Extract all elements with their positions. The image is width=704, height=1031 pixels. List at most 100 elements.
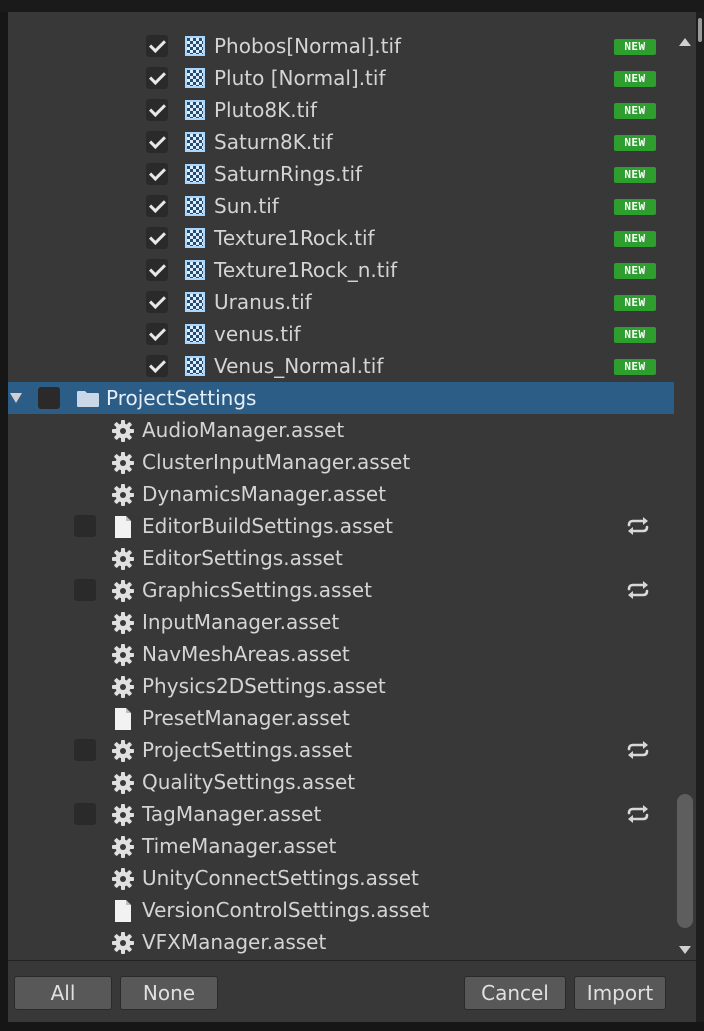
new-badge: NEW [614, 135, 656, 151]
package-tree-list: Phobos[Normal].tif NEW Pluto [Normal].ti… [8, 30, 674, 958]
list-item[interactable]: Saturn8K.tif NEW [8, 126, 674, 158]
item-checkbox[interactable] [146, 163, 168, 185]
texture-icon [185, 356, 205, 376]
changed-sync-icon [626, 740, 650, 764]
list-item[interactable]: AudioManager.asset [8, 414, 674, 446]
changed-sync-icon [626, 580, 650, 604]
gear-icon [111, 579, 135, 603]
new-badge: NEW [614, 263, 656, 279]
gear-icon [111, 835, 135, 859]
item-label: VFXManager.asset [142, 930, 327, 954]
list-item[interactable]: Physics2DSettings.asset [8, 670, 674, 702]
item-checkbox[interactable] [74, 803, 96, 825]
new-badge: NEW [614, 359, 656, 375]
resize-grip[interactable] [698, 18, 702, 42]
cancel-button[interactable]: Cancel [464, 976, 566, 1010]
item-checkbox[interactable] [146, 131, 168, 153]
gear-icon [111, 483, 135, 507]
item-label: GraphicsSettings.asset [142, 578, 372, 602]
item-checkbox[interactable] [146, 259, 168, 281]
list-item[interactable]: InputManager.asset [8, 606, 674, 638]
texture-icon [185, 132, 205, 152]
item-label: ClusterInputManager.asset [142, 450, 411, 474]
list-item[interactable]: Pluto [Normal].tif NEW [8, 62, 674, 94]
item-label: Texture1Rock.tif [214, 226, 375, 250]
new-badge: NEW [614, 199, 656, 215]
list-item[interactable]: Venus_Normal.tif NEW [8, 350, 674, 382]
item-label: EditorSettings.asset [142, 546, 343, 570]
texture-icon [185, 100, 205, 120]
item-checkbox[interactable] [146, 35, 168, 57]
list-item[interactable]: TimeManager.asset [8, 830, 674, 862]
list-item[interactable]: EditorBuildSettings.asset [8, 510, 674, 542]
item-checkbox[interactable] [146, 67, 168, 89]
item-label: Venus_Normal.tif [214, 354, 384, 378]
list-item[interactable]: Pluto8K.tif NEW [8, 94, 674, 126]
item-label: Uranus.tif [214, 290, 312, 314]
vertical-scrollbar[interactable] [674, 30, 696, 960]
select-all-button[interactable]: All [14, 976, 112, 1010]
item-label: Pluto [Normal].tif [214, 66, 386, 90]
list-item[interactable]: VFXManager.asset [8, 926, 674, 958]
list-item[interactable]: Sun.tif NEW [8, 190, 674, 222]
gear-icon [111, 931, 135, 955]
item-checkbox[interactable] [146, 291, 168, 313]
list-item[interactable]: Uranus.tif NEW [8, 286, 674, 318]
scroll-up-arrow-icon[interactable] [679, 38, 691, 46]
list-item[interactable]: Texture1Rock.tif NEW [8, 222, 674, 254]
item-checkbox[interactable] [74, 515, 96, 537]
item-label: DynamicsManager.asset [142, 482, 387, 506]
scroll-down-arrow-icon[interactable] [679, 946, 691, 954]
new-badge: NEW [614, 39, 656, 55]
item-checkbox[interactable] [146, 323, 168, 345]
folder-row-projectsettings[interactable]: ProjectSettings [8, 382, 674, 414]
list-item[interactable]: GraphicsSettings.asset [8, 574, 674, 606]
new-badge: NEW [614, 167, 656, 183]
import-package-window: Phobos[Normal].tif NEW Pluto [Normal].ti… [0, 0, 704, 1031]
list-item[interactable]: Texture1Rock_n.tif NEW [8, 254, 674, 286]
import-button[interactable]: Import [574, 976, 666, 1010]
item-checkbox[interactable] [146, 195, 168, 217]
gear-icon [111, 451, 135, 475]
item-label: TagManager.asset [142, 802, 322, 826]
item-checkbox[interactable] [146, 99, 168, 121]
list-item[interactable]: venus.tif NEW [8, 318, 674, 350]
item-label: InputManager.asset [142, 610, 340, 634]
gear-icon [111, 867, 135, 891]
gear-icon [111, 611, 135, 635]
changed-sync-icon [626, 516, 650, 540]
window-top-edge [0, 0, 704, 12]
texture-icon [185, 68, 205, 88]
document-icon [114, 515, 132, 539]
item-label: UnityConnectSettings.asset [142, 866, 419, 890]
list-item[interactable]: DynamicsManager.asset [8, 478, 674, 510]
list-item[interactable]: EditorSettings.asset [8, 542, 674, 574]
list-item[interactable]: UnityConnectSettings.asset [8, 862, 674, 894]
texture-icon [185, 196, 205, 216]
new-badge: NEW [614, 103, 656, 119]
list-item[interactable]: NavMeshAreas.asset [8, 638, 674, 670]
dialog-footer: All None Cancel Import [8, 960, 696, 1022]
folder-checkbox[interactable] [38, 387, 60, 409]
item-checkbox[interactable] [74, 739, 96, 761]
item-label: venus.tif [214, 322, 301, 346]
item-checkbox[interactable] [74, 579, 96, 601]
list-item[interactable]: VersionControlSettings.asset [8, 894, 674, 926]
list-item[interactable]: QualitySettings.asset [8, 766, 674, 798]
list-item[interactable]: PresetManager.asset [8, 702, 674, 734]
list-item[interactable]: TagManager.asset [8, 798, 674, 830]
new-badge: NEW [614, 231, 656, 247]
list-item[interactable]: Phobos[Normal].tif NEW [8, 30, 674, 62]
window-right-edge [696, 12, 704, 1022]
list-item[interactable]: ClusterInputManager.asset [8, 446, 674, 478]
select-none-button[interactable]: None [120, 976, 218, 1010]
item-label: EditorBuildSettings.asset [142, 514, 394, 538]
expand-arrow-icon[interactable] [10, 393, 22, 403]
new-badge: NEW [614, 295, 656, 311]
item-checkbox[interactable] [146, 355, 168, 377]
item-label: QualitySettings.asset [142, 770, 356, 794]
list-item[interactable]: SaturnRings.tif NEW [8, 158, 674, 190]
list-item[interactable]: ProjectSettings.asset [8, 734, 674, 766]
item-checkbox[interactable] [146, 227, 168, 249]
scrollbar-thumb[interactable] [677, 794, 693, 928]
